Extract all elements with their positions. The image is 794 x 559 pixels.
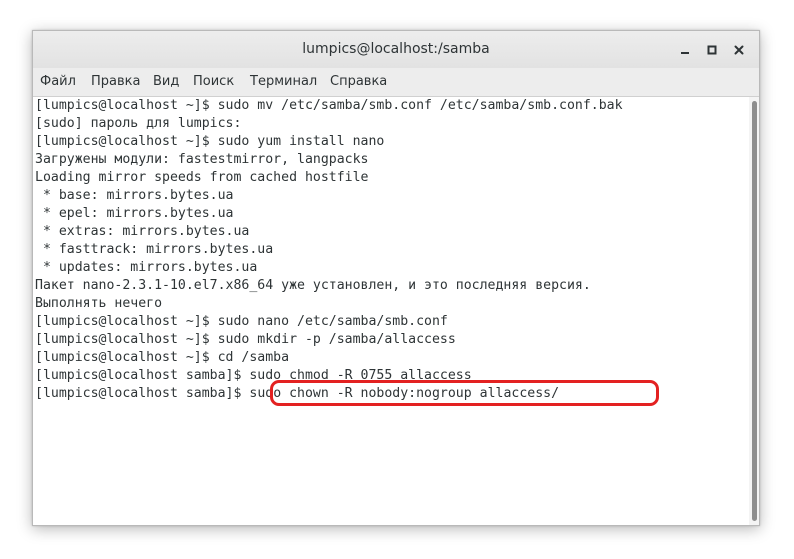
terminal-line: [lumpics@localhost ~]$ sudo nano /etc/sa…: [35, 314, 448, 329]
maximize-icon: [707, 45, 717, 55]
terminal-line: [sudo] пароль для lumpics:: [35, 116, 242, 131]
terminal-line: Выполнять нечего: [35, 296, 163, 311]
terminal-line: * epel: mirrors.bytes.ua: [35, 206, 234, 221]
minimize-button[interactable]: [675, 40, 695, 60]
terminal-line: Loading mirror speeds from cached hostfi…: [35, 170, 369, 185]
menu-terminal[interactable]: Терминал: [250, 68, 317, 96]
terminal-line: [lumpics@localhost ~]$ sudo mv /etc/samb…: [35, 98, 623, 113]
menu-file[interactable]: Файл: [40, 68, 76, 96]
menu-search[interactable]: Поиск: [193, 68, 234, 96]
minimize-icon: [681, 52, 689, 54]
terminal-line: [lumpics@localhost ~]$ sudo yum install …: [35, 134, 385, 149]
vertical-scrollbar[interactable]: [749, 97, 759, 525]
menu-view[interactable]: Вид: [153, 68, 179, 96]
menu-help[interactable]: Справка: [330, 68, 387, 96]
scrollbar-thumb[interactable]: [752, 101, 757, 521]
terminal-output[interactable]: [lumpics@localhost ~]$ sudo mv /etc/samb…: [33, 97, 749, 525]
close-button[interactable]: [729, 40, 749, 60]
terminal-line: Пакет nano-2.3.1-10.el7.x86_64 уже устан…: [35, 278, 591, 293]
window-title: lumpics@localhost:/samba: [302, 41, 490, 57]
terminal-line: * fasttrack: mirrors.bytes.ua: [35, 242, 274, 257]
menu-bar: Файл Правка Вид Поиск Терминал Справка: [33, 68, 759, 97]
terminal-line: * updates: mirrors.bytes.ua: [35, 260, 258, 275]
maximize-button[interactable]: [702, 40, 722, 60]
terminal-prompt: [lumpics@localhost samba]$: [35, 386, 242, 401]
title-bar[interactable]: lumpics@localhost:/samba: [33, 31, 759, 69]
terminal-window: lumpics@localhost:/samba Файл Правка Вид…: [32, 30, 760, 526]
terminal-line: Загружены модули: fastestmirror, langpac…: [35, 152, 369, 167]
terminal-line: * extras: mirrors.bytes.ua: [35, 224, 250, 239]
command-highlight-annotation: [270, 380, 659, 406]
menu-edit[interactable]: Правка: [91, 68, 140, 96]
terminal-line: [lumpics@localhost ~]$ sudo mkdir -p /sa…: [35, 332, 456, 347]
terminal-line: * base: mirrors.bytes.ua: [35, 188, 234, 203]
terminal-line: [lumpics@localhost ~]$ cd /samba: [35, 350, 290, 365]
close-icon: [734, 45, 744, 55]
